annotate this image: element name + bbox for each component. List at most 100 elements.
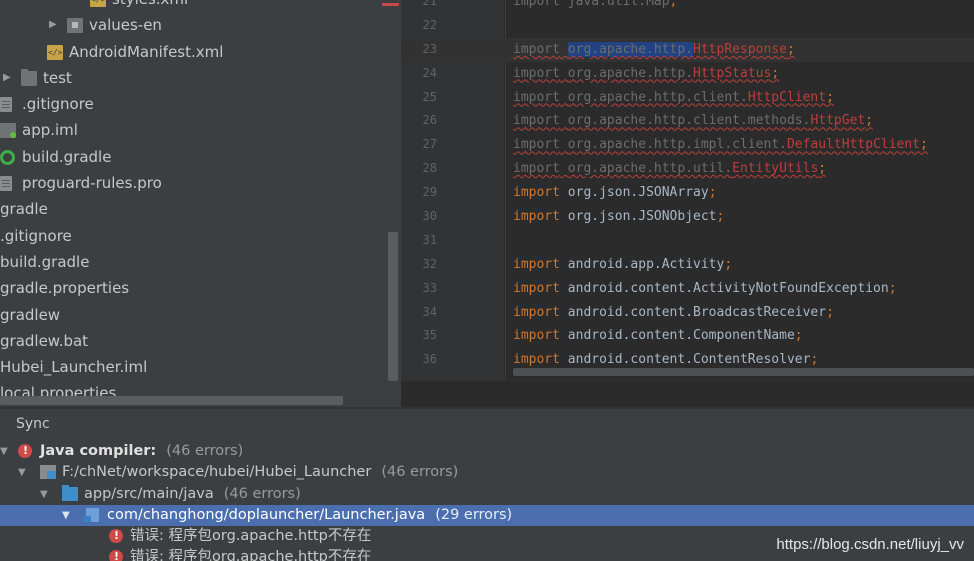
- iml-file-icon: [0, 123, 16, 139]
- code-line[interactable]: 34 import android.content.BroadcastReceiv…: [401, 301, 974, 325]
- import-keyword: import: [513, 113, 560, 129]
- file-icon: [0, 97, 12, 113]
- expand-arrow-icon[interactable]: ▶: [49, 12, 57, 38]
- editor-bottom-area: [401, 380, 974, 407]
- tree-item-label: Hubei_Launcher.iml: [0, 358, 148, 377]
- code-text: import org.apache.http.HttpResponse;: [513, 41, 795, 57]
- code-line[interactable]: 22: [401, 14, 974, 38]
- tree-item-label: gradlew: [0, 305, 61, 324]
- tree-item-gradle-properties[interactable]: gradle.properties: [0, 275, 401, 301]
- watermark-text: https://blog.csdn.net/liuyj_vv: [776, 536, 964, 553]
- code-line[interactable]: 35 import android.content.ComponentName;: [401, 324, 974, 348]
- collapse-arrow-icon[interactable]: ▼: [0, 441, 8, 462]
- tree-item-label: test: [43, 68, 72, 87]
- tree-item-styles-xml[interactable]: styles.xml: [0, 0, 401, 13]
- tree-item-label: styles.xml: [112, 0, 188, 12]
- tree-item-label: AndroidManifest.xml: [69, 42, 224, 61]
- sync-src-folder[interactable]: ▼ app/src/main/java (46 errors): [0, 484, 974, 505]
- import-package: org.json.JSONArray: [567, 185, 709, 201]
- sync-message-text: F:/chNet/workspace/hubei/Hubei_Launcher: [62, 464, 372, 481]
- tree-item-label: proguard-rules.pro: [22, 174, 162, 193]
- line-number: 26: [422, 113, 437, 128]
- import-keyword: import: [513, 41, 560, 57]
- code-line[interactable]: 23 import org.apache.http.HttpResponse;: [401, 38, 974, 62]
- code-line[interactable]: 26 import org.apache.http.client.methods.…: [401, 109, 974, 133]
- sync-message-text: com/changhong/doplauncher/Launcher.java: [107, 506, 426, 523]
- import-keyword: import: [513, 65, 560, 81]
- error-icon: [109, 525, 123, 546]
- collapse-arrow-icon[interactable]: ▼: [62, 505, 70, 526]
- tree-item-label: gradlew.bat: [0, 331, 89, 350]
- sync-message-text: app/src/main/java: [84, 485, 214, 502]
- code-line[interactable]: 27 import org.apache.http.impl.client.Def…: [401, 133, 974, 157]
- code-text: import org.apache.http.impl.client.Defau…: [513, 137, 928, 153]
- error-icon: [18, 440, 32, 461]
- tree-item-hubei-iml[interactable]: Hubei_Launcher.iml: [0, 354, 401, 380]
- tree-item-app-iml[interactable]: app.iml: [0, 117, 401, 143]
- tree-item-label: .gitignore: [0, 226, 72, 245]
- error-icon: [109, 546, 123, 561]
- code-text: import org.apache.http.HttpStatus;: [513, 65, 780, 81]
- tree-item-gradlew-bat[interactable]: gradlew.bat: [0, 328, 401, 354]
- code-line[interactable]: 29 import org.json.JSONArray;: [401, 181, 974, 205]
- line-number: 22: [422, 17, 437, 32]
- tree-item-gradlew[interactable]: gradlew: [0, 302, 401, 328]
- sync-java-compiler[interactable]: ▼ Java compiler: (46 errors): [0, 440, 974, 462]
- code-text: import android.app.Activity;: [513, 256, 733, 272]
- import-keyword: import: [513, 137, 560, 153]
- tree-item-proguard[interactable]: proguard-rules.pro: [0, 170, 401, 196]
- tree-item-label: build.gradle: [0, 252, 90, 271]
- project-tree-vertical-scrollbar[interactable]: [388, 232, 398, 381]
- editor-horizontal-scrollbar[interactable]: [513, 368, 974, 376]
- import-keyword: import: [513, 280, 560, 296]
- code-editor[interactable]: 21 import java.util.Map; 22 23 import org.ap…: [401, 0, 974, 407]
- sync-launcher-java[interactable]: ▼ com/changhong/doplauncher/Launcher.java…: [0, 504, 974, 527]
- tree-item-values-en[interactable]: ▶ values-en: [0, 12, 401, 38]
- sync-tool-window: Sync ▼ Java compiler: (46 errors) ▼ F:/chNet…: [0, 409, 974, 561]
- code-line[interactable]: 33 import android.content.ActivityNotFoun…: [401, 277, 974, 301]
- expand-arrow-icon[interactable]: ▶: [3, 65, 11, 91]
- collapse-arrow-icon[interactable]: ▼: [40, 484, 48, 505]
- tree-item-root-gitignore[interactable]: .gitignore: [0, 223, 401, 249]
- sync-project-folder[interactable]: ▼ F:/chNet/workspace/hubei/Hubei_Launcher…: [0, 462, 974, 483]
- error-count: (29 errors): [435, 506, 513, 523]
- tree-item-test[interactable]: ▶ test: [0, 65, 401, 91]
- tree-item-label: gradle.properties: [0, 279, 130, 298]
- code-text: import java.util.Map;: [513, 0, 677, 14]
- tree-item-gitignore[interactable]: .gitignore: [0, 91, 401, 117]
- import-package: android.content.ComponentName: [567, 328, 795, 344]
- code-text: import org.json.JSONArray;: [513, 185, 717, 201]
- sync-tab-title[interactable]: Sync: [16, 416, 50, 432]
- code-text: import org.apache.http.util.EntityUtils;: [513, 161, 827, 177]
- import-keyword: import: [513, 304, 560, 320]
- import-package: android.content.BroadcastReceiver: [567, 304, 827, 320]
- code-line[interactable]: 31: [401, 229, 974, 253]
- tree-item-label: gradle: [0, 200, 48, 219]
- sync-message-text: 错误: 程序包org.apache.http不存在: [130, 528, 372, 545]
- tree-item-root-build-gradle[interactable]: build.gradle: [0, 249, 401, 275]
- code-line[interactable]: 32 import android.app.Activity;: [401, 253, 974, 277]
- line-number: 30: [422, 209, 437, 224]
- code-line[interactable]: 24 import org.apache.http.HttpStatus;: [401, 62, 974, 86]
- code-line[interactable]: 28 import org.apache.http.util.EntityUtil…: [401, 157, 974, 181]
- tree-item-androidmanifest[interactable]: AndroidManifest.xml: [0, 39, 401, 66]
- collapse-arrow-icon[interactable]: ▼: [18, 462, 26, 483]
- line-number: 33: [422, 280, 437, 295]
- tree-item-gradle[interactable]: gradle: [0, 196, 401, 222]
- tree-item-build-gradle[interactable]: build.gradle: [0, 144, 401, 170]
- sync-row-label: F:/chNet/workspace/hubei/Hubei_Launcher (…: [62, 462, 458, 483]
- import-package: org.apache.http.impl.client.: [567, 137, 787, 153]
- import-keyword: import: [513, 161, 560, 177]
- project-tree-horizontal-scrollbar[interactable]: [0, 396, 343, 405]
- code-text: import org.json.JSONObject;: [513, 209, 725, 225]
- code-line[interactable]: 30 import org.json.JSONObject;: [401, 205, 974, 229]
- code-lines: 21 import java.util.Map; 22 23 import org.ap…: [401, 0, 974, 372]
- source-folder-icon: [62, 484, 78, 501]
- import-package: java.util.Map: [567, 0, 670, 9]
- line-number: 25: [422, 89, 437, 104]
- code-text: import org.apache.http.client.HttpClient…: [513, 89, 834, 105]
- error-stripe-marker[interactable]: [382, 3, 399, 6]
- code-line[interactable]: 25 import org.apache.http.client.HttpClie…: [401, 86, 974, 110]
- code-line[interactable]: 21 import java.util.Map;: [401, 0, 974, 14]
- java-file-icon: [83, 507, 99, 522]
